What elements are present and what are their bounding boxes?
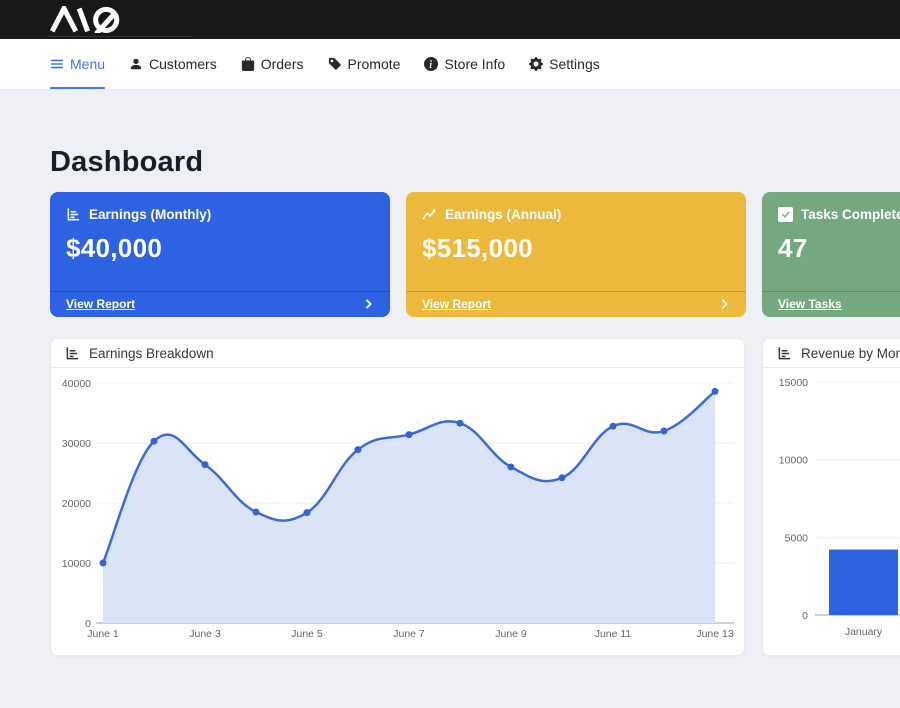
bar-january bbox=[829, 550, 898, 615]
nav-item-settings[interactable]: Settings bbox=[529, 39, 600, 89]
tag-icon bbox=[328, 57, 342, 71]
bar-chart-icon bbox=[777, 346, 792, 361]
svg-text:June 7: June 7 bbox=[393, 628, 425, 640]
earnings-breakdown-line-chart: 010000200003000040000June 1June 3June 5J… bbox=[51, 368, 744, 655]
chart-point bbox=[406, 431, 413, 438]
check-square-icon bbox=[778, 207, 793, 222]
chevron-right-icon bbox=[718, 298, 730, 310]
svg-text:June 9: June 9 bbox=[495, 628, 527, 640]
stat-card-value: $515,000 bbox=[422, 233, 730, 264]
earnings-annual-card: Earnings (Annual) $515,000 View Report bbox=[406, 192, 746, 317]
nav-item-promote[interactable]: Promote bbox=[328, 39, 401, 89]
person-icon bbox=[129, 57, 143, 71]
tasks-completed-card: Tasks Completed 47 View Tasks bbox=[762, 192, 900, 317]
chart-point bbox=[712, 388, 719, 395]
logo-underline bbox=[47, 36, 193, 37]
nav-item-label: Promote bbox=[348, 56, 401, 72]
nav-item-store-info[interactable]: Store Info bbox=[424, 39, 505, 89]
nav-item-menu[interactable]: Menu bbox=[50, 39, 105, 89]
svg-text:January: January bbox=[845, 626, 883, 638]
page-title: Dashboard bbox=[50, 145, 900, 179]
earnings-breakdown-card: Earnings Breakdown 010000200003000040000… bbox=[50, 338, 745, 656]
nav-item-orders[interactable]: Orders bbox=[241, 39, 304, 89]
chart-point bbox=[610, 423, 617, 430]
gear-icon bbox=[529, 57, 543, 71]
svg-text:20000: 20000 bbox=[62, 498, 91, 510]
chart-title: Earnings Breakdown bbox=[89, 346, 214, 361]
hamburger-icon bbox=[50, 57, 64, 71]
chart-point bbox=[100, 560, 107, 567]
bag-icon bbox=[241, 57, 255, 71]
aiq-logo bbox=[48, 6, 134, 33]
chart-title: Revenue by Month bbox=[801, 346, 900, 361]
svg-text:10000: 10000 bbox=[62, 558, 91, 570]
view-report-footer[interactable]: View Report bbox=[50, 291, 390, 317]
svg-text:10000: 10000 bbox=[779, 455, 808, 467]
chart-card-header: Earnings Breakdown bbox=[51, 339, 744, 368]
svg-text:5000: 5000 bbox=[785, 532, 809, 544]
nav-item-label: Customers bbox=[149, 56, 217, 72]
chart-point bbox=[508, 464, 515, 471]
chart-point bbox=[661, 428, 668, 435]
svg-text:June 1: June 1 bbox=[87, 628, 119, 640]
svg-text:0: 0 bbox=[802, 610, 808, 622]
view-tasks-link[interactable]: View Tasks bbox=[778, 297, 842, 311]
logo-letter-i bbox=[79, 9, 87, 32]
earnings-monthly-card: Earnings (Monthly) $40,000 View Report bbox=[50, 192, 390, 317]
nav-item-label: Orders bbox=[261, 56, 304, 72]
chart-point bbox=[151, 438, 158, 445]
top-black-bar bbox=[0, 0, 900, 39]
view-report-footer[interactable]: View Report bbox=[406, 291, 746, 317]
stat-card-value: $40,000 bbox=[66, 233, 374, 264]
stat-card-body: Earnings (Monthly) $40,000 bbox=[50, 192, 390, 291]
dashboard-content: Dashboard Earnings (Monthly) $40,000 Vie… bbox=[0, 145, 900, 656]
chart-point bbox=[202, 461, 209, 468]
chevron-right-icon bbox=[362, 298, 374, 310]
stat-cards-row: Earnings (Monthly) $40,000 View Report E… bbox=[50, 192, 900, 317]
view-tasks-footer[interactable]: View Tasks bbox=[762, 291, 900, 317]
svg-text:June 5: June 5 bbox=[291, 628, 323, 640]
info-icon bbox=[424, 57, 438, 71]
stat-card-body: Earnings (Annual) $515,000 bbox=[406, 192, 746, 291]
chart-point bbox=[253, 509, 260, 516]
chart-point bbox=[304, 509, 311, 516]
stat-card-title: Tasks Completed bbox=[801, 207, 900, 222]
view-report-link[interactable]: View Report bbox=[422, 297, 491, 311]
svg-text:40000: 40000 bbox=[62, 378, 91, 390]
svg-text:June 13: June 13 bbox=[696, 628, 734, 640]
stat-card-value: 47 bbox=[778, 233, 900, 264]
chart-point bbox=[355, 446, 362, 453]
stat-card-title: Earnings (Annual) bbox=[445, 207, 561, 222]
line-chart-icon bbox=[422, 207, 437, 222]
stat-card-body: Tasks Completed 47 bbox=[762, 192, 900, 291]
charts-row: Earnings Breakdown 0 10000 20000 30000 40000… bbox=[50, 338, 900, 656]
revenue-by-month-bar-chart: 0 5000 10000 15000 January bbox=[763, 368, 900, 655]
chart-point bbox=[457, 420, 464, 427]
bar-chart-icon bbox=[66, 207, 81, 222]
bar-chart-icon bbox=[65, 346, 80, 361]
stat-card-title: Earnings (Monthly) bbox=[89, 207, 211, 222]
svg-text:June 11: June 11 bbox=[595, 628, 632, 640]
view-report-link[interactable]: View Report bbox=[66, 297, 135, 311]
chart-point bbox=[559, 474, 566, 481]
main-navbar: Menu Customers Orders Promote Store Info… bbox=[0, 39, 900, 90]
nav-item-label: Settings bbox=[549, 56, 600, 72]
revenue-by-month-card: Revenue by Month 0 5000 10000 15000 January bbox=[762, 338, 900, 656]
nav-item-label: Store Info bbox=[444, 56, 505, 72]
chart-card-header: Revenue by Month bbox=[763, 339, 900, 368]
nav-item-label: Menu bbox=[70, 56, 105, 72]
svg-text:30000: 30000 bbox=[62, 438, 91, 450]
svg-text:June 3: June 3 bbox=[189, 628, 221, 640]
logo-letter-a bbox=[52, 9, 76, 32]
svg-text:15000: 15000 bbox=[779, 377, 808, 389]
nav-item-customers[interactable]: Customers bbox=[129, 39, 217, 89]
